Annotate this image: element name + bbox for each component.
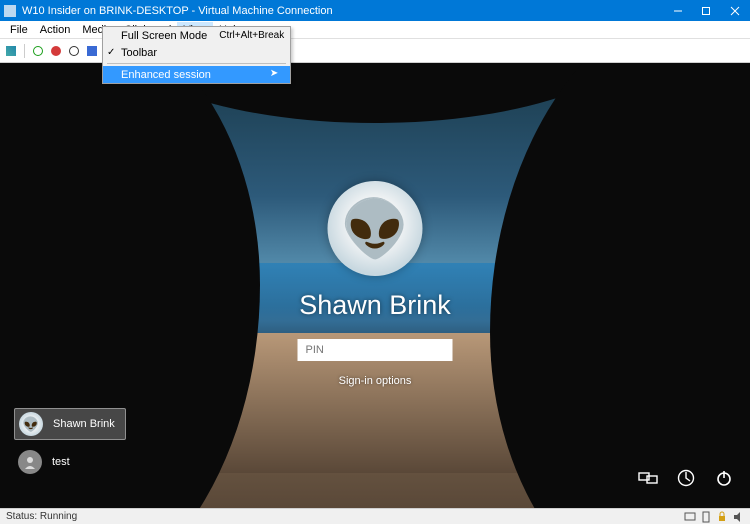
cursor-icon: ➤ <box>270 68 278 79</box>
user-display-name: Shawn Brink <box>298 290 453 321</box>
menu-file[interactable]: File <box>4 22 34 38</box>
menu-item-label: Toolbar <box>121 47 157 59</box>
menu-toolbar[interactable]: Toolbar <box>103 44 290 61</box>
minimize-button[interactable] <box>664 0 692 21</box>
turn-off-button[interactable] <box>49 44 63 58</box>
lock-icon[interactable] <box>716 511 728 523</box>
pin-input[interactable] <box>298 339 453 361</box>
menu-action[interactable]: Action <box>34 22 77 38</box>
user-avatar: 👽 <box>328 181 423 276</box>
menu-item-shortcut: Ctrl+Alt+Break <box>207 30 284 41</box>
statusbar: Status: Running <box>0 508 750 524</box>
speaker-icon[interactable] <box>732 511 744 523</box>
start-button[interactable] <box>31 44 45 58</box>
window-titlebar: W10 Insider on BRINK-DESKTOP - Virtual M… <box>0 0 750 21</box>
window-controls <box>664 0 750 21</box>
network-icon[interactable] <box>638 468 658 488</box>
shut-down-button[interactable] <box>67 44 81 58</box>
ctrl-alt-del-button[interactable] <box>4 44 18 58</box>
menu-item-label: Enhanced session <box>121 69 211 81</box>
menu-item-label: Full Screen Mode <box>121 30 207 42</box>
user-avatar-small <box>18 450 42 474</box>
app-icon <box>4 5 16 17</box>
background-cave <box>490 63 750 508</box>
user-tile-name: test <box>52 456 70 468</box>
toolbar-separator <box>24 44 25 58</box>
server-icon[interactable] <box>700 511 712 523</box>
ease-of-access-icon[interactable] <box>676 468 696 488</box>
status-icons <box>684 511 744 523</box>
view-dropdown: Full Screen Mode Ctrl+Alt+Break Toolbar … <box>102 26 291 84</box>
user-switcher: 👽 Shawn Brink test <box>14 408 126 484</box>
power-icon[interactable] <box>714 468 734 488</box>
user-tile-name: Shawn Brink <box>53 418 115 430</box>
maximize-button[interactable] <box>692 0 720 21</box>
display-config-icon[interactable] <box>684 511 696 523</box>
lock-screen-controls <box>638 468 734 488</box>
login-panel: 👽 Shawn Brink Sign-in options <box>298 181 453 387</box>
user-tile-test[interactable]: test <box>14 446 126 478</box>
alien-icon: 👽 <box>340 201 410 257</box>
user-tile-shawn-brink[interactable]: 👽 Shawn Brink <box>14 408 126 440</box>
menu-separator <box>107 63 286 64</box>
vm-display[interactable]: 👽 Shawn Brink Sign-in options 👽 Shawn Br… <box>0 63 750 508</box>
menu-enhanced-session[interactable]: Enhanced session ➤ <box>103 66 290 83</box>
menu-full-screen-mode[interactable]: Full Screen Mode Ctrl+Alt+Break <box>103 27 290 44</box>
user-avatar-small: 👽 <box>19 412 43 436</box>
status-text: Status: Running <box>6 511 77 522</box>
close-button[interactable] <box>720 0 750 21</box>
save-button[interactable] <box>85 44 99 58</box>
window-title: W10 Insider on BRINK-DESKTOP - Virtual M… <box>22 5 664 17</box>
signin-options-link[interactable]: Sign-in options <box>298 375 453 387</box>
